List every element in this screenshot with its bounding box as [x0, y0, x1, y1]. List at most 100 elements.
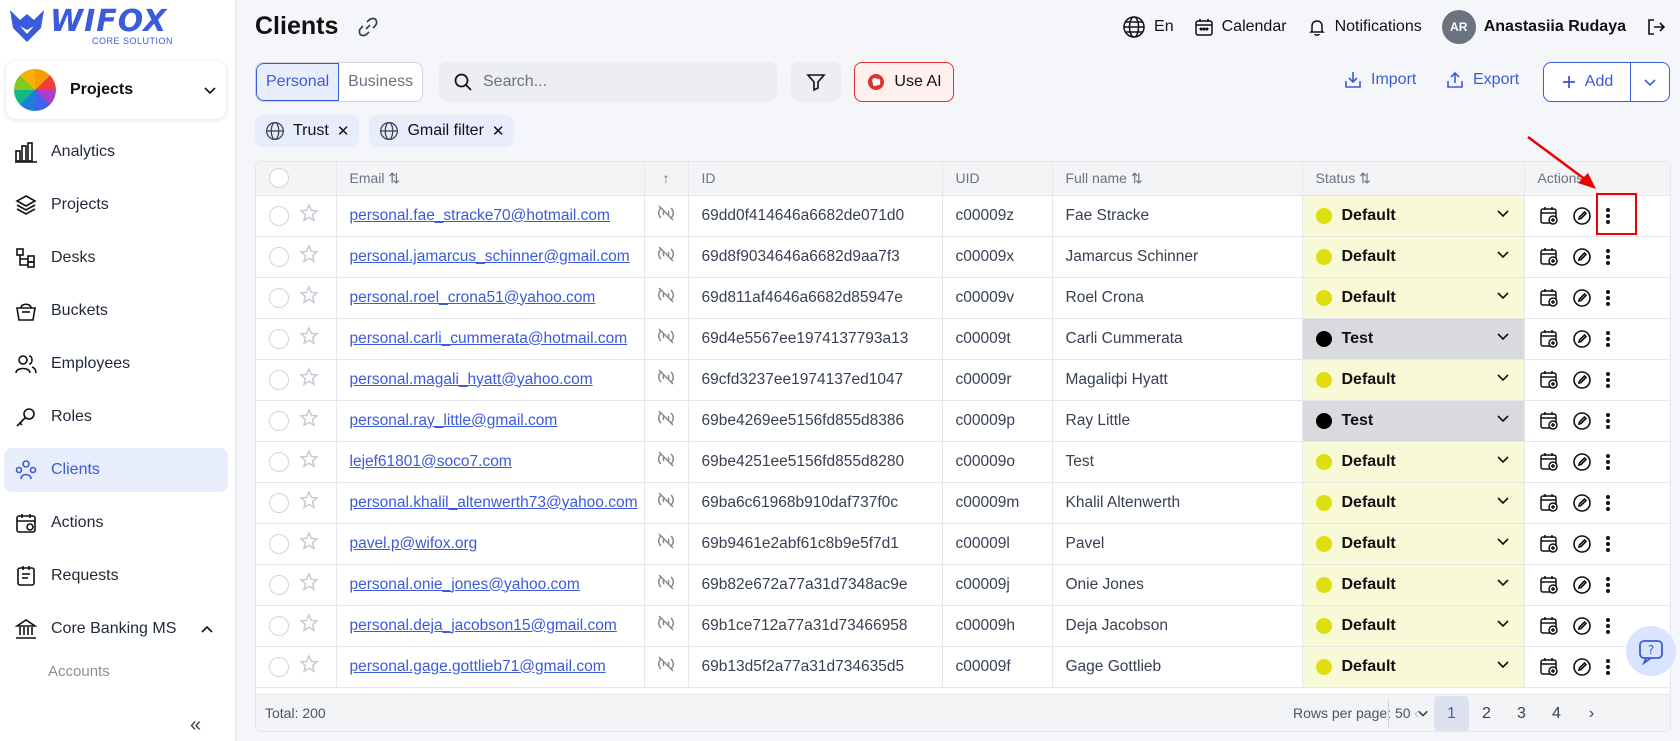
status-dropdown[interactable]: Default [1302, 523, 1523, 563]
row-checkbox[interactable] [269, 574, 289, 595]
remove-filter-icon[interactable]: ✕ [492, 122, 505, 140]
status-dropdown[interactable]: Default [1302, 277, 1523, 317]
add-action-icon[interactable] [1539, 657, 1559, 677]
status-dropdown[interactable]: Default [1302, 236, 1523, 276]
add-action-icon[interactable] [1539, 329, 1559, 349]
edit-icon[interactable] [1572, 616, 1592, 636]
status-dropdown[interactable]: Test [1302, 400, 1523, 440]
email-column-header[interactable]: Email ⇅ [336, 162, 645, 196]
more-options-icon[interactable] [1605, 575, 1611, 595]
more-options-icon[interactable] [1605, 329, 1611, 349]
add-dropdown-button[interactable] [1631, 63, 1669, 101]
filter-chip[interactable]: Gmail filter ✕ [369, 115, 515, 147]
filter-button[interactable] [791, 62, 841, 102]
more-options-icon[interactable] [1605, 452, 1611, 472]
add-action-icon[interactable] [1539, 493, 1559, 513]
sidebar-item-actions[interactable]: Actions [4, 501, 228, 545]
page-button[interactable]: 4 [1539, 696, 1574, 731]
row-checkbox[interactable] [269, 246, 289, 267]
calendar-button[interactable]: Calendar [1194, 17, 1287, 37]
star-icon[interactable] [299, 654, 319, 679]
sidebar-item-projects[interactable]: Projects [4, 183, 228, 227]
status-dropdown[interactable]: Default [1302, 605, 1523, 645]
collapse-sidebar-icon[interactable]: « [190, 714, 201, 737]
star-icon[interactable] [299, 490, 319, 515]
more-options-icon[interactable] [1605, 493, 1611, 513]
edit-icon[interactable] [1572, 575, 1592, 595]
email-link[interactable]: personal.gage.gottlieb71@gmail.com [350, 658, 606, 675]
more-options-icon[interactable] [1605, 534, 1611, 554]
table-row[interactable]: lejef61801@soco7.com 69be4251ee5156fd855d… [256, 441, 1670, 483]
status-dropdown[interactable]: Default [1302, 359, 1523, 399]
table-row[interactable]: personal.fae_stracke70@hotmail.com 69dd0f… [256, 195, 1670, 237]
email-link[interactable]: personal.magali_hyatt@yahoo.com [350, 371, 593, 388]
search-input[interactable] [483, 73, 763, 91]
email-link[interactable]: personal.ray_little@gmail.com [350, 412, 558, 429]
select-all-checkbox[interactable] [269, 168, 289, 189]
star-icon[interactable] [299, 572, 319, 597]
add-action-icon[interactable] [1539, 247, 1559, 267]
star-icon[interactable] [299, 408, 319, 433]
language-selector[interactable]: En [1122, 15, 1174, 39]
table-row[interactable]: personal.carli_cummerata@hotmail.com 69d4… [256, 318, 1670, 360]
email-link[interactable]: personal.jamarcus_schinner@gmail.com [350, 248, 630, 265]
import-button[interactable]: Import [1343, 70, 1416, 90]
table-row[interactable]: personal.magali_hyatt@yahoo.com 69cfd3237… [256, 359, 1670, 401]
sidebar-item-clients[interactable]: Clients [4, 448, 228, 492]
add-action-icon[interactable] [1539, 370, 1559, 390]
email-link[interactable]: personal.khalil_altenwerth73@yahoo.com [350, 494, 638, 511]
logout-button[interactable] [1646, 17, 1666, 37]
sidebar-item-roles[interactable]: Roles [4, 395, 228, 439]
more-options-icon[interactable] [1605, 370, 1611, 390]
edit-icon[interactable] [1572, 370, 1592, 390]
use-ai-button[interactable]: Use AI [854, 62, 954, 102]
edit-icon[interactable] [1572, 493, 1592, 513]
email-link[interactable]: personal.roel_crona51@yahoo.com [350, 289, 596, 306]
add-action-icon[interactable] [1539, 452, 1559, 472]
star-icon[interactable] [299, 285, 319, 310]
status-dropdown[interactable]: Default [1302, 646, 1523, 686]
table-row[interactable]: personal.deja_jacobson15@gmail.com 69b1ce… [256, 605, 1670, 647]
tab-personal[interactable]: Personal [256, 63, 340, 101]
status-dropdown[interactable]: Default [1302, 564, 1523, 604]
star-icon[interactable] [299, 613, 319, 638]
row-checkbox[interactable] [269, 328, 289, 349]
edit-icon[interactable] [1572, 247, 1592, 267]
row-checkbox[interactable] [269, 410, 289, 431]
tab-business[interactable]: Business [339, 63, 422, 101]
page-button[interactable]: 1 [1434, 695, 1469, 731]
table-row[interactable]: personal.khalil_altenwerth73@yahoo.com 69… [256, 482, 1670, 524]
more-options-icon[interactable] [1605, 411, 1611, 431]
table-row[interactable]: personal.ray_little@gmail.com 69be4269ee5… [256, 400, 1670, 442]
email-link[interactable]: personal.fae_stracke70@hotmail.com [350, 207, 610, 224]
table-row[interactable]: personal.roel_crona51@yahoo.com 69d811af4… [256, 277, 1670, 319]
more-options-icon[interactable] [1605, 247, 1611, 267]
edit-icon[interactable] [1572, 657, 1592, 677]
email-link[interactable]: personal.carli_cummerata@hotmail.com [350, 330, 628, 347]
add-action-icon[interactable] [1539, 616, 1559, 636]
email-link[interactable]: lejef61801@soco7.com [350, 453, 512, 470]
more-options-icon[interactable] [1605, 657, 1611, 677]
email-link[interactable]: pavel.p@wifox.org [350, 535, 478, 552]
status-dropdown[interactable]: Test [1302, 318, 1523, 358]
sidebar-subitem-accounts[interactable]: Accounts [4, 660, 228, 684]
page-button[interactable]: 2 [1469, 696, 1504, 731]
star-icon[interactable] [299, 203, 319, 228]
help-chat-button[interactable]: ? [1626, 626, 1676, 676]
status-dropdown[interactable]: Default [1302, 195, 1523, 235]
row-checkbox[interactable] [269, 656, 289, 677]
status-dropdown[interactable]: Default [1302, 482, 1523, 522]
sidebar-item-core-banking[interactable]: Core Banking MS [4, 607, 228, 651]
add-action-icon[interactable] [1539, 575, 1559, 595]
user-menu[interactable]: AR Anastasiia Rudaya [1441, 10, 1626, 44]
sidebar-item-requests[interactable]: Requests [4, 554, 228, 598]
sidebar-item-analytics[interactable]: Analytics [4, 130, 228, 174]
edit-icon[interactable] [1572, 206, 1592, 226]
table-row[interactable]: personal.jamarcus_schinner@gmail.com 69d8… [256, 236, 1670, 278]
edit-icon[interactable] [1572, 411, 1592, 431]
star-icon[interactable] [299, 531, 319, 556]
link-icon[interactable] [357, 16, 379, 42]
row-checkbox[interactable] [269, 451, 289, 472]
table-row[interactable]: pavel.p@wifox.org 69b9461e2abf61c8b9e5f7d… [256, 523, 1670, 565]
notifications-button[interactable]: Notifications [1307, 17, 1422, 37]
